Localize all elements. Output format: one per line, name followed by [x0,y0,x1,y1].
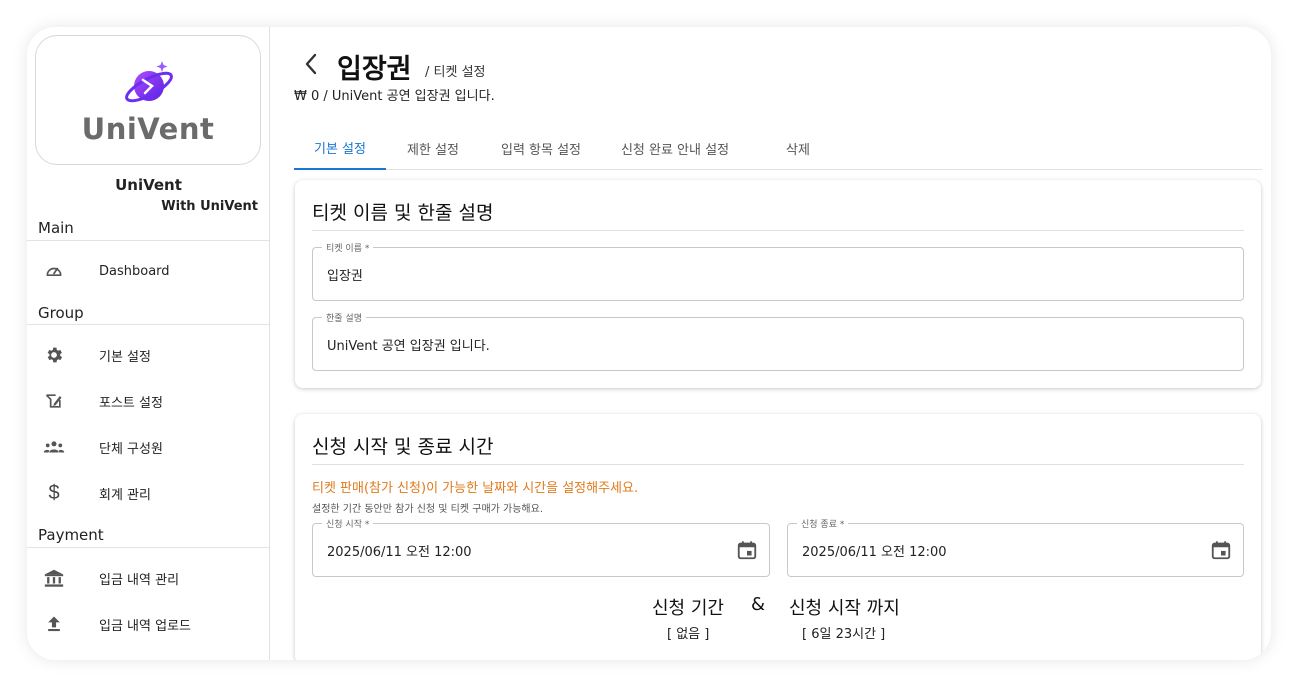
tab-bar: 기본 설정 제한 설정 입력 항목 설정 신청 완료 안내 설정 삭제 [294,127,1262,170]
sidebar-item-accounting[interactable]: $ 회계 관리 [27,473,270,513]
sidebar-item-post-settings[interactable]: 포스트 설정 [27,381,270,421]
section-group-label: Group [38,304,84,322]
sidebar-item-basic-settings[interactable]: 기본 설정 [27,335,270,375]
page-subtitle: / 티켓 설정 [425,65,486,80]
post-edit-icon [43,390,65,412]
dollar-icon: $ [48,481,60,504]
start-date-field[interactable]: 신청 시작 * 2025/06/11 오전 12:00 [312,517,770,577]
card-title: 티켓 이름 및 한줄 설명 [312,202,494,224]
application-period-card: 신청 시작 및 종료 시간 티켓 판매(참가 신청)이 가능한 날짜와 시간을 … [295,414,1261,660]
tab-basic-settings[interactable]: 기본 설정 [294,127,386,170]
start-date-input[interactable]: 2025/06/11 오전 12:00 [327,524,472,576]
sidebar-item-label: 회계 관리 [99,487,151,503]
sidebar-item-deposit-upload[interactable]: 입금 내역 업로드 [27,604,270,644]
ticket-name-field[interactable]: 티켓 이름 * 입장권 [312,241,1244,301]
ticket-name-input[interactable]: 입장권 [327,248,363,300]
divider [312,464,1244,465]
tab-input-fields[interactable]: 입력 항목 설정 [480,127,602,170]
tab-completion-notice[interactable]: 신청 완료 안내 설정 [602,127,748,170]
tab-delete[interactable]: 삭제 [748,127,848,170]
sidebar-item-label: 포스트 설정 [99,395,163,411]
calendar-icon[interactable] [1210,539,1232,561]
section-payment-label: Payment [38,526,104,544]
logo-text: UniVent [81,112,215,146]
period-label: 신청 기간 [652,598,724,619]
period-value: [ 없음 ] [667,627,710,642]
sidebar: UniVent UniVent With UniVent Main Dashbo… [27,27,270,660]
logo-card[interactable]: UniVent [35,35,261,165]
sidebar-item-label: Dashboard [99,263,170,279]
short-description-input[interactable]: UniVent 공연 입장권 입니다. [327,318,490,370]
page-title: 입장권 [337,54,412,85]
sidebar-item-label: 입금 내역 관리 [99,572,180,588]
back-button[interactable] [298,49,324,79]
divider [27,324,270,325]
app-frame: UniVent UniVent With UniVent Main Dashbo… [27,27,1271,660]
upload-icon [43,613,65,635]
divider [312,230,1244,231]
short-description-field[interactable]: 한줄 설명 UniVent 공연 입장권 입니다. [312,311,1244,371]
ampersand-text: & [751,594,766,615]
chevron-left-icon [305,53,317,75]
tab-limit-settings[interactable]: 제한 설정 [386,127,480,170]
calendar-icon[interactable] [736,539,758,561]
end-date-input[interactable]: 2025/06/11 오전 12:00 [802,524,947,576]
sidebar-item-label: 입금 내역 업로드 [99,618,191,634]
page-description: ₩ 0 / UniVent 공연 입장권 입니다. [294,89,495,104]
divider [27,240,270,241]
section-main-label: Main [38,219,74,237]
main-content: 입장권 / 티켓 설정 ₩ 0 / UniVent 공연 입장권 입니다. 기본… [270,27,1271,660]
hint-text: 설정한 기간 동안만 참가 신청 및 티켓 구매가 가능해요. [312,504,544,515]
gear-icon [43,344,65,366]
brand-sub: With UniVent [161,199,258,214]
until-start-value: [ 6일 23시간 ] [802,627,886,642]
brand-name: UniVent [115,176,182,194]
until-start-label: 신청 시작 까지 [789,598,900,619]
divider [27,547,270,548]
speedometer-icon [43,260,65,282]
sidebar-item-deposit-management[interactable]: 입금 내역 관리 [27,558,270,598]
warning-text: 티켓 판매(참가 신청)이 가능한 날짜와 시간을 설정해주세요. [312,481,639,496]
sidebar-item-group-members[interactable]: 단체 구성원 [27,427,270,467]
sidebar-item-label: 단체 구성원 [99,441,163,457]
ticket-name-card: 티켓 이름 및 한줄 설명 티켓 이름 * 입장권 한줄 설명 UniVent … [295,180,1261,388]
end-date-field[interactable]: 신청 종료 * 2025/06/11 오전 12:00 [787,517,1244,577]
sidebar-item-dashboard[interactable]: Dashboard [27,251,270,291]
planet-logo-icon [125,61,173,103]
group-icon [43,436,65,458]
card-title: 신청 시작 및 종료 시간 [312,436,494,458]
bank-icon [43,567,65,589]
sidebar-item-label: 기본 설정 [99,349,151,365]
